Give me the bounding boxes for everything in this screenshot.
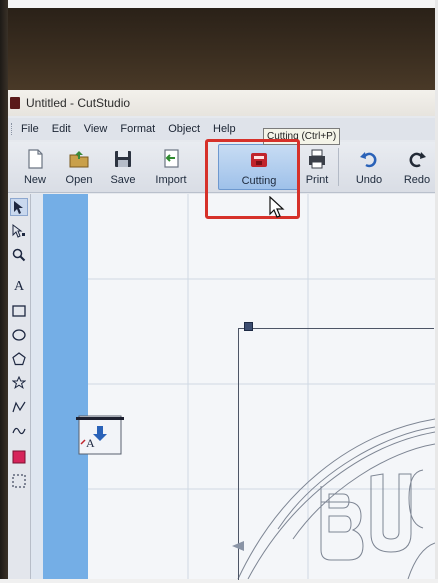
new-label: New: [23, 174, 46, 186]
menu-help[interactable]: Help: [213, 123, 236, 135]
marquee-tool[interactable]: [10, 472, 28, 490]
star-tool[interactable]: [10, 374, 28, 392]
polyline-tool[interactable]: [10, 398, 28, 416]
new-button[interactable]: New: [12, 144, 58, 190]
ellipse-tool[interactable]: [10, 326, 28, 344]
toolbar-separator: [338, 148, 339, 186]
menu-format[interactable]: Format: [120, 123, 155, 135]
cutting-area-border: [238, 328, 434, 580]
monitor-bezel-top: [0, 0, 438, 92]
zoom-magnifier-icon: [12, 248, 26, 262]
curve-tool-icon: [12, 427, 26, 435]
media-margin-left: [43, 194, 88, 579]
print-label: Print: [305, 174, 329, 186]
open-folder-icon: [69, 151, 89, 168]
select-arrow-icon: [14, 201, 23, 214]
tool-palette: A: [8, 194, 31, 579]
save-disk-icon: [115, 151, 131, 167]
import-icon: [164, 149, 179, 168]
undo-button[interactable]: Undo: [346, 144, 392, 190]
window-title: Untitled - CutStudio: [26, 96, 131, 110]
polygon-tool[interactable]: [10, 350, 28, 368]
save-label: Save: [110, 174, 136, 186]
rectangle-tool-icon: [12, 305, 26, 317]
app-icon: [10, 97, 20, 109]
media-position-icon[interactable]: A: [76, 408, 124, 456]
resize-handle[interactable]: [244, 322, 253, 331]
star-tool-icon: [12, 376, 26, 389]
fill-color-tool[interactable]: [10, 448, 28, 466]
undo-label: Undo: [355, 174, 383, 186]
save-button[interactable]: Save: [100, 144, 146, 190]
print-button[interactable]: Print: [294, 144, 340, 190]
monitor-bezel-left: [0, 0, 8, 583]
fill-color-swatch-icon: [12, 450, 26, 464]
zoom-tool[interactable]: [10, 246, 28, 264]
new-document-icon: [28, 149, 43, 169]
redo-label: Redo: [403, 174, 431, 186]
polyline-tool-icon: [12, 401, 26, 413]
redo-button[interactable]: Redo: [394, 144, 435, 190]
undo-arrow-icon: [360, 152, 377, 168]
menu-grip-icon: [11, 123, 15, 135]
photo-frame: Untitled - CutStudio File Edit View Form…: [0, 0, 438, 583]
dotted-rect-select-icon: [12, 474, 26, 488]
mouse-cursor-icon: [269, 196, 285, 218]
menu-object[interactable]: Object: [168, 123, 200, 135]
print-icon: [309, 149, 325, 169]
open-label: Open: [65, 174, 93, 186]
origin-marker-icon: [232, 541, 244, 551]
menu-edit[interactable]: Edit: [52, 123, 71, 135]
rectangle-tool[interactable]: [10, 302, 28, 320]
title-bar: Untitled - CutStudio: [8, 90, 435, 116]
menu-file[interactable]: File: [21, 123, 39, 135]
curve-tool[interactable]: [10, 422, 28, 440]
node-edit-tool[interactable]: [10, 222, 28, 240]
ellipse-tool-icon: [12, 329, 26, 341]
polygon-tool-icon: [12, 352, 26, 366]
media-origin-label: A: [86, 436, 95, 450]
redo-arrow-icon: [409, 152, 426, 168]
import-label: Import: [155, 174, 187, 186]
select-tool[interactable]: [10, 198, 28, 216]
open-button[interactable]: Open: [56, 144, 102, 190]
import-button[interactable]: Import: [148, 144, 194, 190]
menu-bar: File Edit View Format Object Help: [8, 118, 435, 140]
text-tool-icon: A: [13, 279, 25, 294]
node-edit-arrow-icon: [12, 224, 25, 238]
menu-view[interactable]: View: [84, 123, 108, 135]
text-tool[interactable]: A: [10, 278, 28, 296]
